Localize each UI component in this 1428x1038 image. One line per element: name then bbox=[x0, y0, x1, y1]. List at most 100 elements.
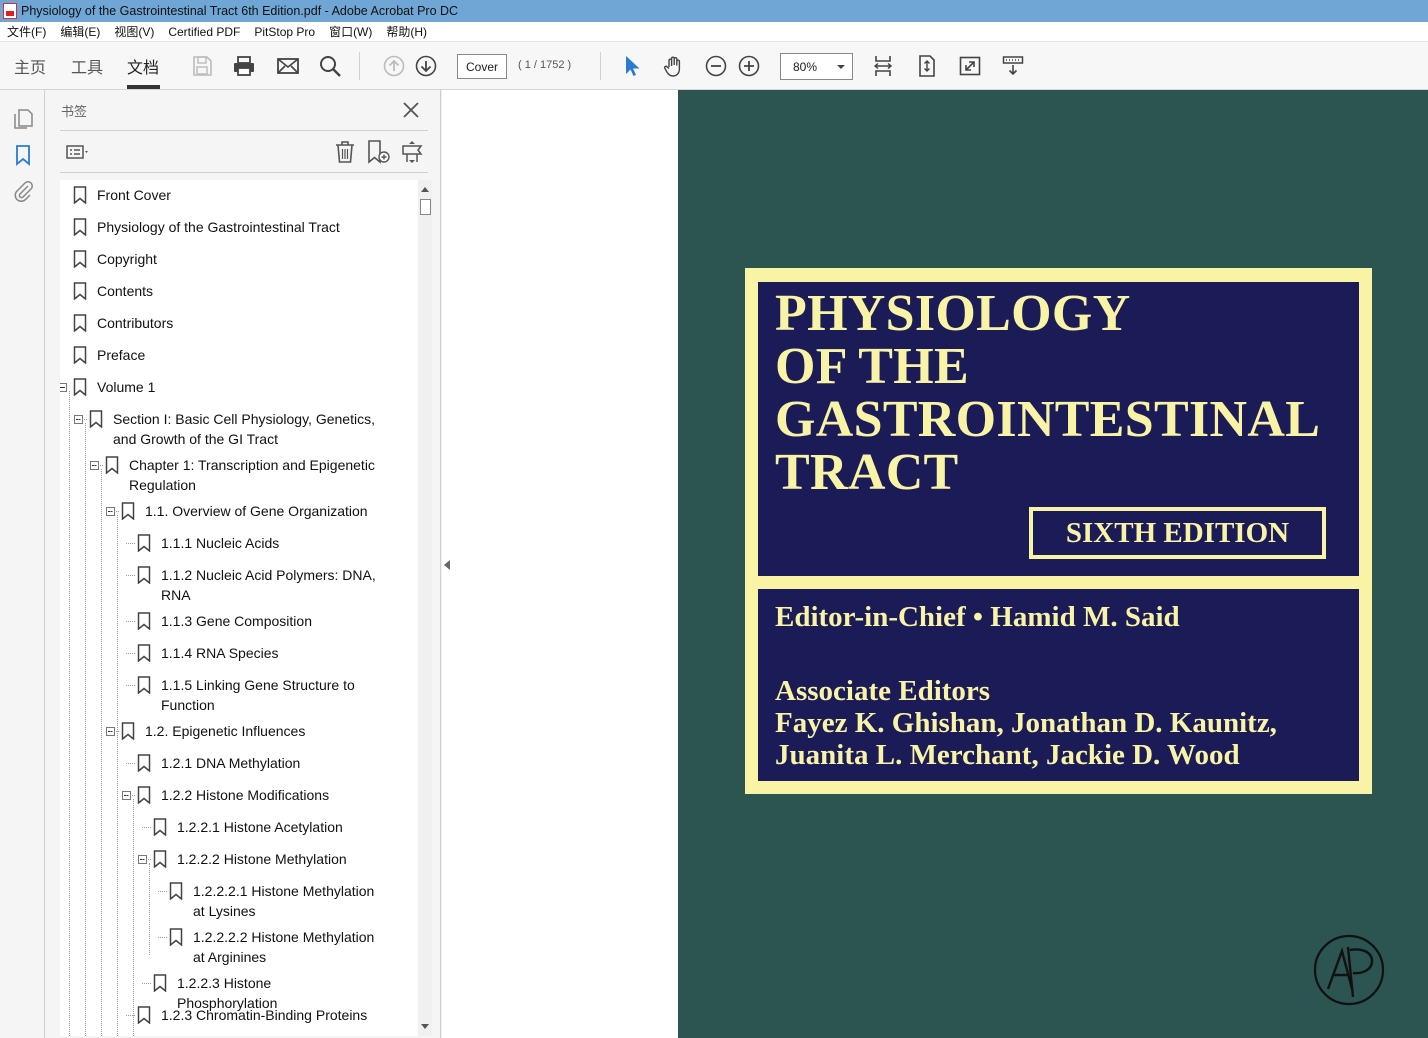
bookmark-scrollbar[interactable] bbox=[418, 180, 432, 1036]
menu-window[interactable]: 窗口(W) bbox=[322, 23, 379, 40]
bookmark-item[interactable]: Copyright bbox=[73, 249, 403, 269]
tree-connector bbox=[158, 937, 167, 938]
tab-home[interactable]: 主页 bbox=[14, 54, 46, 78]
bookmark-label: 1.1.2 Nucleic Acid Polymers: DNA, RNA bbox=[161, 567, 376, 603]
bookmark-icon bbox=[137, 612, 151, 631]
tree-connector bbox=[126, 543, 135, 544]
bookmark-item[interactable]: 1.2.2 Histone Modifications bbox=[137, 785, 377, 805]
tree-connector bbox=[158, 891, 167, 892]
bookmark-label: 1.2.2.2 Histone Methylation bbox=[177, 851, 347, 867]
bookmark-item[interactable]: Preface bbox=[73, 345, 403, 365]
bookmark-icon bbox=[137, 534, 151, 553]
bookmark-item[interactable]: 1.1.2 Nucleic Acid Polymers: DNA, RNA bbox=[137, 565, 377, 605]
zoom-out-icon[interactable] bbox=[703, 53, 729, 79]
bookmark-icon bbox=[137, 754, 151, 773]
print-icon[interactable] bbox=[231, 53, 257, 79]
close-icon[interactable] bbox=[400, 99, 422, 121]
bookmark-label: Physiology of the Gastrointestinal Tract bbox=[97, 219, 340, 235]
menu-help[interactable]: 帮助(H) bbox=[379, 23, 434, 40]
tree-connector bbox=[126, 653, 135, 654]
bookmark-options-icon[interactable] bbox=[62, 138, 94, 166]
collapse-panel-icon[interactable] bbox=[444, 560, 450, 570]
edition-badge: SIXTH EDITION bbox=[1029, 507, 1326, 559]
bookmark-item[interactable]: 1.2.1 DNA Methylation bbox=[137, 753, 377, 773]
bookmark-item[interactable]: Section I: Basic Cell Physiology, Geneti… bbox=[89, 409, 399, 449]
bookmark-label: 1.2.2.2.1 Histone Methylation at Lysines bbox=[193, 883, 375, 919]
menu-file[interactable]: 文件(F) bbox=[0, 23, 53, 40]
bookmark-icon bbox=[137, 566, 151, 585]
scroll-up-arrow-icon[interactable] bbox=[421, 187, 429, 192]
bookmark-item[interactable]: 1.1.1 Nucleic Acids bbox=[137, 533, 377, 553]
select-cursor-icon[interactable] bbox=[618, 53, 644, 79]
toolbar-separator bbox=[600, 52, 601, 80]
bookmark-label: Contributors bbox=[97, 315, 174, 331]
tree-connector bbox=[94, 465, 103, 466]
search-icon[interactable] bbox=[317, 53, 343, 79]
page-count: ( 1 / 1752 ) bbox=[518, 59, 572, 71]
bookmark-label: Contents bbox=[97, 283, 154, 299]
bookmark-icon bbox=[153, 974, 167, 993]
edition-label: SIXTH EDITION bbox=[1065, 516, 1290, 549]
page-thumbnails-icon[interactable] bbox=[11, 107, 35, 131]
menu-edit[interactable]: 编辑(E) bbox=[53, 23, 107, 40]
page-number-input[interactable]: Cover bbox=[457, 54, 507, 79]
bookmark-item[interactable]: 1.2.2.2 Histone Methylation bbox=[153, 849, 373, 869]
bookmark-item[interactable]: Physiology of the Gastrointestinal Tract bbox=[73, 217, 403, 237]
tab-tools[interactable]: 工具 bbox=[71, 54, 103, 78]
previous-page-icon[interactable] bbox=[381, 53, 407, 79]
bookmark-label: 1.2.2.2.2 Histone Methylation at Arginin… bbox=[193, 929, 375, 965]
full-screen-icon[interactable] bbox=[957, 53, 983, 79]
menu-certified-pdf[interactable]: Certified PDF bbox=[161, 25, 247, 39]
toolbar-separator bbox=[359, 52, 360, 80]
bookmark-item[interactable]: 1.1.4 RNA Species bbox=[137, 643, 377, 663]
zoom-select[interactable]: 80% bbox=[780, 53, 853, 80]
save-icon[interactable] bbox=[189, 53, 215, 79]
associate-editors-line: Fayez K. Ghishan, Jonathan D. Kaunitz, bbox=[775, 707, 1277, 739]
toolbar: 主页 工具 文档 Cover ( 1 / 1752 ) 80% bbox=[0, 42, 1428, 90]
bookmark-item[interactable]: Front Cover bbox=[73, 185, 403, 205]
bookmark-item[interactable]: 1.1. Overview of Gene Organization bbox=[121, 501, 381, 521]
chevron-down-icon bbox=[837, 65, 845, 69]
delete-bookmark-icon[interactable] bbox=[331, 138, 359, 166]
tab-document[interactable]: 文档 bbox=[127, 54, 159, 78]
menu-pitstop-pro[interactable]: PitStop Pro bbox=[247, 25, 322, 39]
publisher-logo bbox=[1312, 933, 1386, 1007]
tree-connector bbox=[126, 685, 135, 686]
new-bookmark-icon[interactable] bbox=[363, 138, 393, 166]
bookmark-item[interactable]: Chapter 1: Transcription and Epigenetic … bbox=[105, 455, 395, 495]
title-bar: Physiology of the Gastrointestinal Tract… bbox=[0, 0, 1428, 22]
attachments-icon[interactable] bbox=[11, 179, 35, 203]
menu-view[interactable]: 视图(V) bbox=[107, 23, 161, 40]
fit-page-icon[interactable] bbox=[870, 53, 896, 79]
expand-bookmark-icon[interactable] bbox=[397, 138, 427, 166]
bookmark-item[interactable]: 1.2. Epigenetic Influences bbox=[121, 721, 381, 741]
hand-tool-icon[interactable] bbox=[661, 53, 687, 79]
scroll-down-arrow-icon[interactable] bbox=[421, 1024, 429, 1029]
bookmark-label: 1.2.2 Histone Modifications bbox=[161, 787, 330, 803]
email-icon[interactable] bbox=[275, 53, 301, 79]
bookmark-item[interactable]: Contributors bbox=[73, 313, 403, 333]
bookmark-label: 1.2.1 DNA Methylation bbox=[161, 755, 301, 771]
zoom-in-icon[interactable] bbox=[736, 53, 762, 79]
collapse-toggle-icon[interactable] bbox=[60, 383, 67, 392]
bookmark-item[interactable]: 1.2.3 Chromatin-Binding Proteins bbox=[137, 1005, 377, 1025]
bookmark-icon bbox=[73, 314, 87, 333]
bookmark-item[interactable]: 1.1.3 Gene Composition bbox=[137, 611, 377, 631]
scrollbar-thumb[interactable] bbox=[420, 199, 431, 215]
bookmark-icon bbox=[89, 410, 103, 429]
read-mode-icon[interactable] bbox=[1000, 53, 1026, 79]
bookmark-item[interactable]: 1.2.2.2.1 Histone Methylation at Lysines bbox=[169, 881, 379, 921]
fit-width-icon[interactable] bbox=[914, 53, 940, 79]
next-page-icon[interactable] bbox=[413, 53, 439, 79]
bookmark-item[interactable]: Volume 1 bbox=[73, 377, 403, 397]
bookmark-item[interactable]: 1.1.5 Linking Gene Structure to Function bbox=[137, 675, 377, 715]
editor-in-chief: Editor-in-Chief • Hamid M. Said bbox=[775, 601, 1180, 633]
bookmark-icon bbox=[73, 346, 87, 365]
bookmark-item[interactable]: 1.2.2.1 Histone Acetylation bbox=[153, 817, 373, 837]
navigation-rail bbox=[0, 90, 45, 1038]
bookmarks-icon[interactable] bbox=[11, 143, 35, 167]
bookmark-item[interactable]: Contents bbox=[73, 281, 403, 301]
bookmark-label: Copyright bbox=[97, 251, 157, 267]
bookmark-item[interactable]: 1.2.2.2.2 Histone Methylation at Arginin… bbox=[169, 927, 379, 967]
bookmark-label: 1.1. Overview of Gene Organization bbox=[145, 503, 368, 519]
